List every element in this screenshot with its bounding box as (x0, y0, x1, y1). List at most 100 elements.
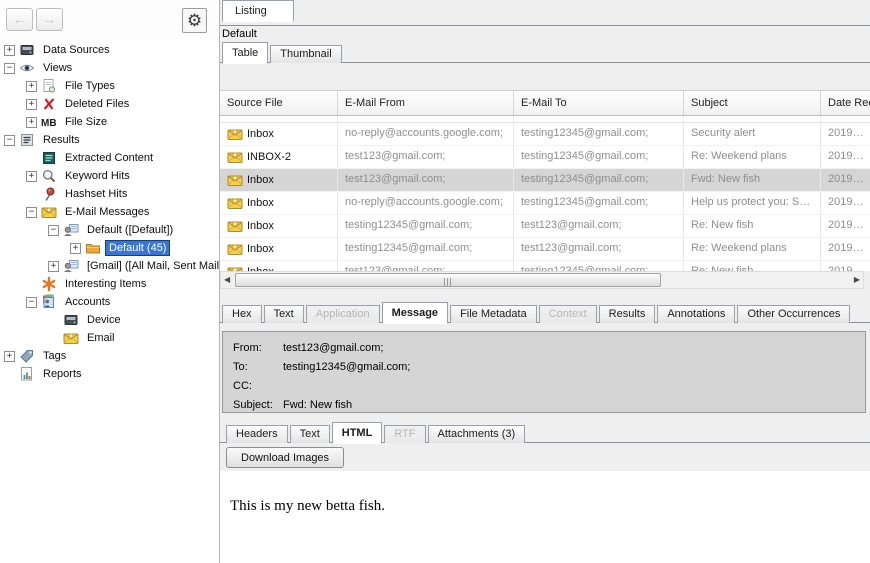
sidebar-item-extracted-content[interactable]: Extracted Content (0, 149, 219, 167)
column-header-source-file[interactable]: Source File (220, 91, 338, 115)
tab-application[interactable]: Application (306, 305, 380, 323)
field-label: CC: (233, 377, 283, 396)
tree-item-label: Extracted Content (62, 151, 156, 165)
back-button[interactable]: ← (6, 8, 33, 31)
sidebar-item-reports[interactable]: Reports (0, 365, 219, 383)
tab-attachments-3[interactable]: Attachments (3) (428, 425, 526, 443)
expand-toggle-icon[interactable]: + (4, 45, 15, 56)
table-row[interactable]: Inboxno-reply@accounts.google.com;testin… (220, 123, 870, 146)
column-header-e-mail-to[interactable]: E-Mail To (514, 91, 684, 115)
table-row[interactable]: Inboxtest123@gmail.com;testing12345@gmai… (220, 261, 870, 271)
tree-item-label: [Gmail] ([All Mail, Sent Mail]) (84, 259, 219, 273)
tab-text[interactable]: Text (264, 305, 304, 323)
tab-file-metadata[interactable]: File Metadata (450, 305, 537, 323)
tab-results[interactable]: Results (599, 305, 656, 323)
sidebar-item-default-45[interactable]: +Default (45) (0, 239, 219, 257)
collapse-toggle-icon[interactable]: − (26, 207, 37, 218)
expand-toggle-icon[interactable]: + (48, 261, 59, 272)
sidebar-item-tags[interactable]: + Tags (0, 347, 219, 365)
collapse-toggle-icon[interactable]: − (4, 135, 15, 146)
view-tabbar: TableThumbnail (220, 42, 870, 63)
tab-other-occurrences[interactable]: Other Occurrences (737, 305, 850, 323)
sidebar-item-accounts[interactable]: − Accounts (0, 293, 219, 311)
collapse-toggle-icon[interactable]: − (26, 297, 37, 308)
email-table: Source FileE-Mail FromE-Mail ToSubjectDa… (220, 90, 870, 271)
table-row[interactable]: INBOX-2test123@gmail.com;testing12345@gm… (220, 146, 870, 169)
tree-item-label: Data Sources (40, 43, 113, 57)
expand-toggle-icon[interactable]: + (26, 117, 37, 128)
table-row[interactable]: Inboxtest123@gmail.com;testing12345@gmai… (220, 169, 870, 192)
tags-icon (19, 348, 35, 364)
collapse-toggle-icon[interactable]: − (48, 225, 59, 236)
expand-toggle-icon[interactable]: + (26, 81, 37, 92)
sidebar-item-data-sources[interactable]: + Data Sources (0, 41, 219, 59)
email-from-cell: testing12345@gmail.com; (338, 215, 514, 237)
result-panel: Listing Default TableThumbnail Source Fi… (220, 0, 870, 563)
tab-message[interactable]: Message (382, 302, 448, 324)
source-file-cell: Inbox (220, 261, 338, 271)
sidebar-item-device[interactable]: Device (0, 311, 219, 329)
sidebar-item-results[interactable]: −Results (0, 131, 219, 149)
source-file-cell: Inbox (220, 123, 338, 145)
tab-annotations[interactable]: Annotations (657, 305, 735, 323)
source-file-cell: Inbox (220, 215, 338, 237)
sidebar-item-deleted-files[interactable]: +Deleted Files (0, 95, 219, 113)
table-row[interactable]: Inboxno-reply@accounts.google.com;testin… (220, 192, 870, 215)
collapse-toggle-icon[interactable]: − (4, 63, 15, 74)
tab-hex[interactable]: Hex (222, 305, 262, 323)
listing-title: Default (222, 28, 257, 40)
tab-headers[interactable]: Headers (226, 425, 288, 443)
tree-item-label: File Size (62, 115, 110, 129)
column-header-date-rec[interactable]: Date Rec (821, 91, 870, 115)
sidebar-item-file-types[interactable]: +File Types (0, 77, 219, 95)
expand-toggle-icon[interactable]: + (26, 171, 37, 182)
tab-html[interactable]: HTML (332, 422, 383, 444)
sidebar-item-hashset-hits[interactable]: Hashset Hits (0, 185, 219, 203)
tab-rtf[interactable]: RTF (384, 425, 425, 443)
expand-toggle-icon[interactable]: + (4, 351, 15, 362)
table-row[interactable]: Inboxtesting12345@gmail.com;test123@gmai… (220, 238, 870, 261)
email-icon (227, 149, 243, 165)
sidebar-item-views[interactable]: −Views (0, 59, 219, 77)
tree-item-label: Email (84, 331, 118, 345)
keyword-hits-icon (41, 168, 57, 184)
sidebar-item-e-mail-messages[interactable]: −E-Mail Messages (0, 203, 219, 221)
tab-table[interactable]: Table (222, 42, 268, 64)
tab-thumbnail[interactable]: Thumbnail (270, 45, 341, 63)
field-label: Subject: (233, 396, 283, 415)
autopsy-window: ← → ⚙ + Data Sources −Views+File Types+Del… (0, 0, 870, 563)
extracted-content-icon (41, 150, 57, 166)
tab-context[interactable]: Context (539, 305, 597, 323)
expand-toggle-icon[interactable]: + (70, 243, 81, 254)
tab-listing[interactable]: Listing (222, 0, 294, 22)
download-images-button[interactable]: Download Images (226, 447, 344, 468)
column-header-subject[interactable]: Subject (684, 91, 821, 115)
expand-toggle-icon[interactable]: + (26, 99, 37, 110)
sidebar-toolbar: ← → ⚙ (0, 0, 219, 38)
sidebar-item-email[interactable]: Email (0, 329, 219, 347)
settings-button[interactable]: ⚙ (182, 8, 207, 33)
tree-item-label: Accounts (62, 295, 113, 309)
tab-text[interactable]: Text (290, 425, 330, 443)
scrollbar-thumb[interactable] (235, 273, 661, 287)
email-from-cell: test123@gmail.com; (338, 169, 514, 191)
table-row[interactable]: Inboxtesting12345@gmail.com;test123@gmai… (220, 215, 870, 238)
date-cell: 2019-06- (821, 215, 870, 237)
tree-item-label: Hashset Hits (62, 187, 130, 201)
sidebar-item-file-size[interactable]: +MBFile Size (0, 113, 219, 131)
sidebar-item-interesting-items[interactable]: Interesting Items (0, 275, 219, 293)
sidebar-item-default-default[interactable]: −Default ([Default]) (0, 221, 219, 239)
forward-button[interactable]: → (36, 8, 63, 31)
column-header-e-mail-from[interactable]: E-Mail From (338, 91, 514, 115)
scroll-left-icon[interactable]: ◀ (224, 275, 230, 284)
email-to-cell: testing12345@gmail.com; (514, 146, 684, 168)
scroll-right-icon[interactable]: ▶ (854, 275, 860, 284)
sidebar-item-gmail-all-mail-sent-mail[interactable]: + [Gmail] ([All Mail, Sent Mail]) (0, 257, 219, 275)
tree-item-label: Tags (40, 349, 69, 363)
date-cell: 2019-06- (821, 169, 870, 191)
partial-cell (684, 116, 821, 122)
reports-icon (19, 366, 35, 382)
source-file-label: Inbox (247, 124, 274, 145)
horizontal-scrollbar[interactable]: ◀ ▶ (220, 271, 864, 289)
sidebar-item-keyword-hits[interactable]: +Keyword Hits (0, 167, 219, 185)
